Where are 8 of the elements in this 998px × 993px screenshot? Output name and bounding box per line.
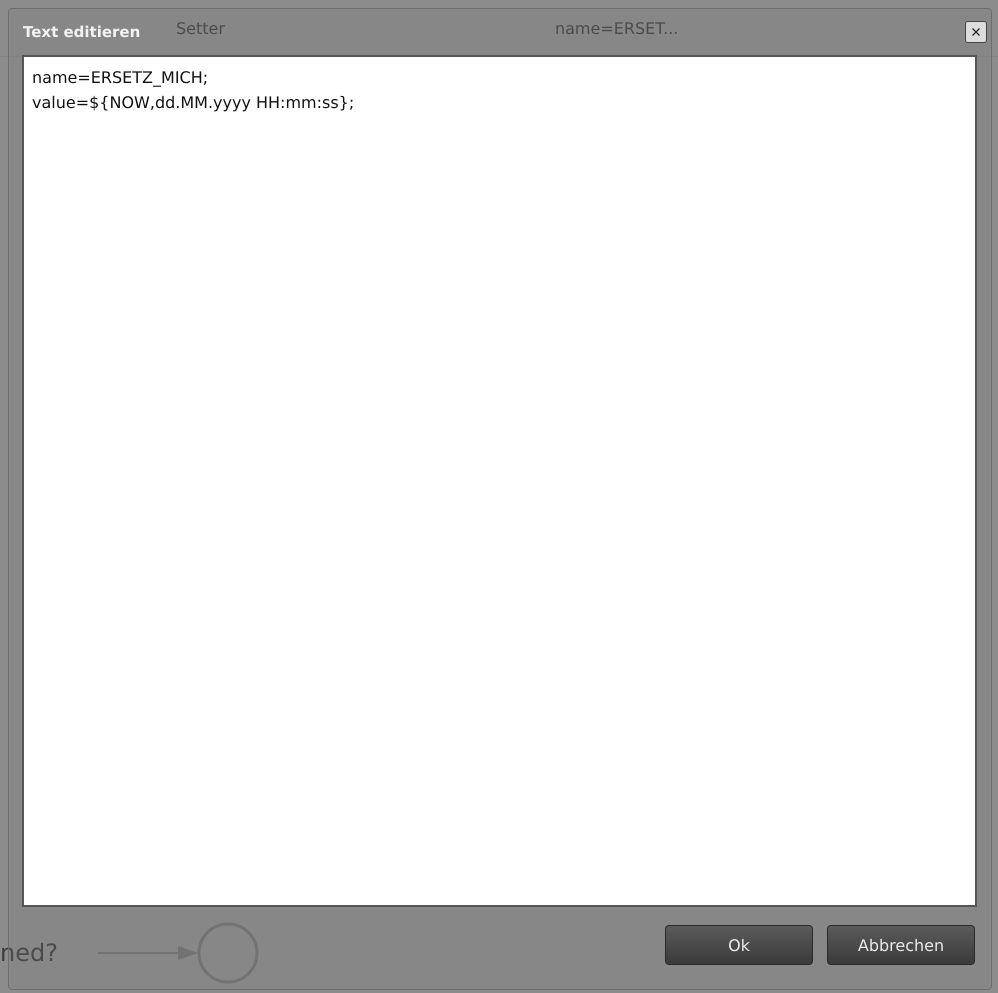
column-header: Setter <box>176 18 225 38</box>
dialog-title: Text editieren <box>23 23 140 41</box>
ok-button[interactable]: Ok <box>665 925 813 965</box>
cancel-button[interactable]: Abbrechen <box>827 925 975 965</box>
table-cell: name=ERSET... <box>554 18 678 38</box>
text-editor-field[interactable]: name=ERSETZ_MICH; value=${NOW,dd.MM.yyyy HH:mm:ss}; <box>22 55 977 907</box>
node-label: ned? <box>0 939 58 967</box>
close-button[interactable]: × <box>965 21 987 43</box>
